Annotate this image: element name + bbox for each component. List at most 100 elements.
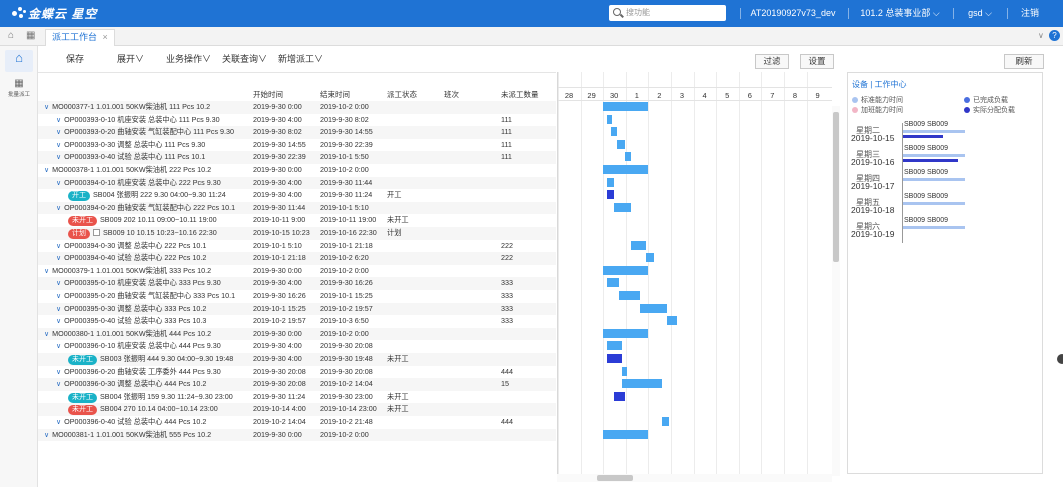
account-selector[interactable]: AT20190927v73_dev	[748, 0, 838, 27]
refresh-button[interactable]: 刷新	[1004, 54, 1044, 69]
col-qty[interactable]: 未派工数量	[501, 89, 539, 100]
gantt-bar[interactable]	[622, 366, 628, 376]
operation-row[interactable]: ∨ OP000396-0-20 曲轴安装 工序委外 444 Pcs 9.30 201…	[38, 366, 556, 379]
user-menu[interactable]: gsd ⌵	[960, 0, 1000, 27]
order-row[interactable]: ∨ MO000381-1 1.01.001 50KW柴油机 555 Pcs 10.…	[38, 428, 556, 443]
capacity-panel: 设备 | 工作中心 标准能力时间 已完成负载 加班能力时间 实际分配负载 星期二 201…	[847, 72, 1043, 474]
gantt-bar[interactable]	[617, 139, 625, 149]
gantt-bar[interactable]	[667, 316, 678, 326]
dispatch-row[interactable]: 计划 SB009 10 10.15 10:23~10.16 22:30 2019-1…	[38, 227, 556, 240]
row-description: ∨ OP000395-0-20 曲轴安装 气缸装配中心 333 Pcs 10.1	[56, 290, 248, 304]
operation-row[interactable]: ∨ OP000396-0-40 试验 总装中心 444 Pcs 10.2 2019-…	[38, 416, 556, 429]
operation-row[interactable]: ∨ OP000394-0-20 曲轴安装 气缸装配中心 222 Pcs 10.1 2…	[38, 201, 556, 215]
order-row[interactable]: ∨ MO000380-1 1.01.001 50KW柴油机 444 Pcs 10.…	[38, 327, 556, 341]
related-query-menu[interactable]: 关联查询∨	[222, 52, 267, 65]
col-start-time[interactable]: 开始时间	[253, 89, 283, 100]
row-checkbox[interactable]	[93, 229, 100, 236]
gantt-day-label: 30	[610, 91, 619, 100]
panel-breadcrumb[interactable]: 设备 | 工作中心	[852, 79, 907, 90]
cell-end: 2019-10-1 5:50	[320, 152, 369, 162]
order-row[interactable]: ∨ MO000377-1 1.01.001 50KW柴油机 111 Pcs 10.…	[38, 101, 556, 114]
operation-row[interactable]: ∨ OP000395-0-20 曲轴安装 气缸装配中心 333 Pcs 10.1 2…	[38, 290, 556, 303]
row-description: ∨ OP000396-0-40 试验 总装中心 444 Pcs 10.2	[56, 416, 248, 430]
gantt-bar[interactable]	[610, 127, 618, 137]
cell-start: 2019-9-30 20:08	[253, 379, 306, 389]
business-ops-menu[interactable]: 业务操作∨	[166, 52, 211, 65]
gantt-bar[interactable]	[640, 303, 668, 313]
horizontal-scrollbar[interactable]	[557, 474, 832, 482]
cell-qty: 333	[501, 291, 513, 300]
vertical-scrollbar[interactable]	[832, 106, 840, 476]
gantt-bar[interactable]	[606, 190, 614, 200]
dispatch-row[interactable]: 未开工 SB004 张振明 159 9.30 11:24~9.30 23:00 20…	[38, 391, 556, 404]
gantt-bar[interactable]	[614, 202, 631, 212]
expand-caret-icon[interactable]: ∨	[44, 430, 49, 443]
gantt-bar[interactable]	[630, 240, 646, 250]
gantt-bar[interactable]	[603, 328, 649, 338]
tab-bar: ⌂ ▦ 派工工作台 × ∨ ?	[0, 27, 1063, 46]
cell-qty: 111	[501, 139, 512, 149]
gantt-bar[interactable]	[624, 152, 632, 162]
gantt-bar[interactable]	[613, 391, 625, 401]
cell-start: 2019-9-30 20:08	[253, 366, 306, 376]
operation-row[interactable]: ∨ OP000395-0-40 试验 总装中心 333 Pcs 10.3 2019-…	[38, 315, 556, 328]
dispatch-row[interactable]: 未开工 SB004 270 10.14 04:00~10.14 23:00 2019…	[38, 403, 556, 416]
legend-dot-icon	[852, 97, 858, 103]
save-button[interactable]: 保存	[66, 52, 84, 65]
gantt-bar[interactable]	[645, 253, 655, 263]
gantt-bar[interactable]	[603, 265, 649, 275]
cell-status: 计划	[387, 228, 402, 237]
col-status[interactable]: 派工状态	[387, 89, 417, 100]
filter-button[interactable]: 过滤	[755, 54, 789, 69]
operation-row[interactable]: ∨ OP000395-0-30 调整 总装中心 333 Pcs 10.2 2019-…	[38, 302, 556, 316]
row-description: 计划 SB009 10 10.15 10:23~10.16 22:30	[68, 227, 248, 240]
gantt-bar[interactable]	[606, 341, 623, 351]
gantt-bar[interactable]	[606, 278, 619, 288]
apps-icon[interactable]: ▦	[26, 30, 35, 41]
add-dispatch-menu[interactable]: 新增派工∨	[278, 52, 323, 65]
order-row[interactable]: ∨ MO000379-1 1.01.001 50KW柴油机 333 Pcs 10.…	[38, 265, 556, 278]
operation-row[interactable]: ∨ OP000393-0-30 调整 总装中心 111 Pcs 9.30 2019-…	[38, 139, 556, 152]
tab-dispatch-workbench[interactable]: 派工工作台 ×	[45, 29, 115, 46]
gantt-bar[interactable]	[603, 429, 649, 439]
col-shift[interactable]: 班次	[444, 89, 459, 100]
gantt-bar[interactable]	[618, 291, 641, 300]
chevron-down-icon[interactable]: ∨	[1038, 31, 1044, 40]
gantt-bar[interactable]	[606, 177, 615, 187]
logout-link[interactable]: 注销	[1015, 0, 1045, 27]
operation-row[interactable]: ∨ OP000394-0-10 机座安装 总装中心 222 Pcs 9.30 201…	[38, 176, 556, 190]
dispatch-row[interactable]: 开工 SB004 张振明 222 9.30 04:00~9.30 11:24 201…	[38, 189, 556, 202]
operation-row[interactable]: ∨ OP000394-0-30 调整 总装中心 222 Pcs 10.1 2019-…	[38, 240, 556, 253]
operation-row[interactable]: ∨ OP000393-0-20 曲轴安装 气缸装配中心 111 Pcs 9.30 2…	[38, 126, 556, 139]
expand-menu[interactable]: 展开∨	[117, 52, 144, 65]
float-button[interactable]	[1057, 354, 1063, 364]
home-icon[interactable]: ⌂	[8, 30, 14, 41]
settings-button[interactable]: 设置	[800, 54, 834, 69]
operation-row[interactable]: ∨ OP000393-0-10 机座安装 总装中心 111 Pcs 9.30 201…	[38, 114, 556, 127]
search-input[interactable]: 搜功能	[609, 5, 726, 21]
dispatch-row[interactable]: 未开工 SB009 202 10.11 09:00~10.11 19:00 2019…	[38, 214, 556, 227]
operation-row[interactable]: ∨ OP000396-0-30 调整 总装中心 444 Pcs 10.2 2019-…	[38, 378, 556, 391]
row-description: ∨ OP000393-0-10 机座安装 总装中心 111 Pcs 9.30	[56, 114, 248, 128]
operation-row[interactable]: ∨ OP000396-0-10 机座安装 总装中心 444 Pcs 9.30 201…	[38, 340, 556, 353]
gantt-bar[interactable]	[622, 379, 662, 389]
gantt-day-label: 8	[792, 91, 798, 100]
operation-row[interactable]: ∨ OP000394-0-40 试验 总装中心 222 Pcs 10.2 2019-…	[38, 252, 556, 265]
order-row[interactable]: ∨ MO000378-1 1.01.001 50KW柴油机 222 Pcs 10.…	[38, 164, 556, 177]
operation-row[interactable]: ∨ OP000395-0-10 机座安装 总装中心 333 Pcs 9.30 201…	[38, 277, 556, 290]
cell-qty: 111	[501, 152, 512, 162]
gantt-bar[interactable]	[661, 417, 669, 426]
gantt-bar[interactable]	[603, 165, 649, 174]
operation-row[interactable]: ∨ OP000393-0-40 试验 总装中心 111 Pcs 10.1 2019-…	[38, 151, 556, 164]
col-end-time[interactable]: 结束时间	[320, 89, 350, 100]
app-logo[interactable]: 金蝶云 星空	[10, 5, 97, 21]
gantt-bar[interactable]	[606, 354, 622, 363]
sidebar-item-batch-dispatch[interactable]: ▦ 批量派工	[3, 78, 35, 98]
close-icon[interactable]: ×	[103, 32, 108, 42]
help-icon[interactable]: ?	[1049, 30, 1060, 41]
gantt-bar[interactable]	[606, 114, 612, 124]
dispatch-row[interactable]: 未开工 SB003 张振明 444 9.30 04:00~9.30 19:48 20…	[38, 353, 556, 366]
sidebar-item-home[interactable]: ⌂	[5, 50, 33, 72]
gantt-bar[interactable]	[603, 102, 649, 111]
org-selector[interactable]: 101.2 总装事业部 ⌵	[855, 0, 945, 27]
